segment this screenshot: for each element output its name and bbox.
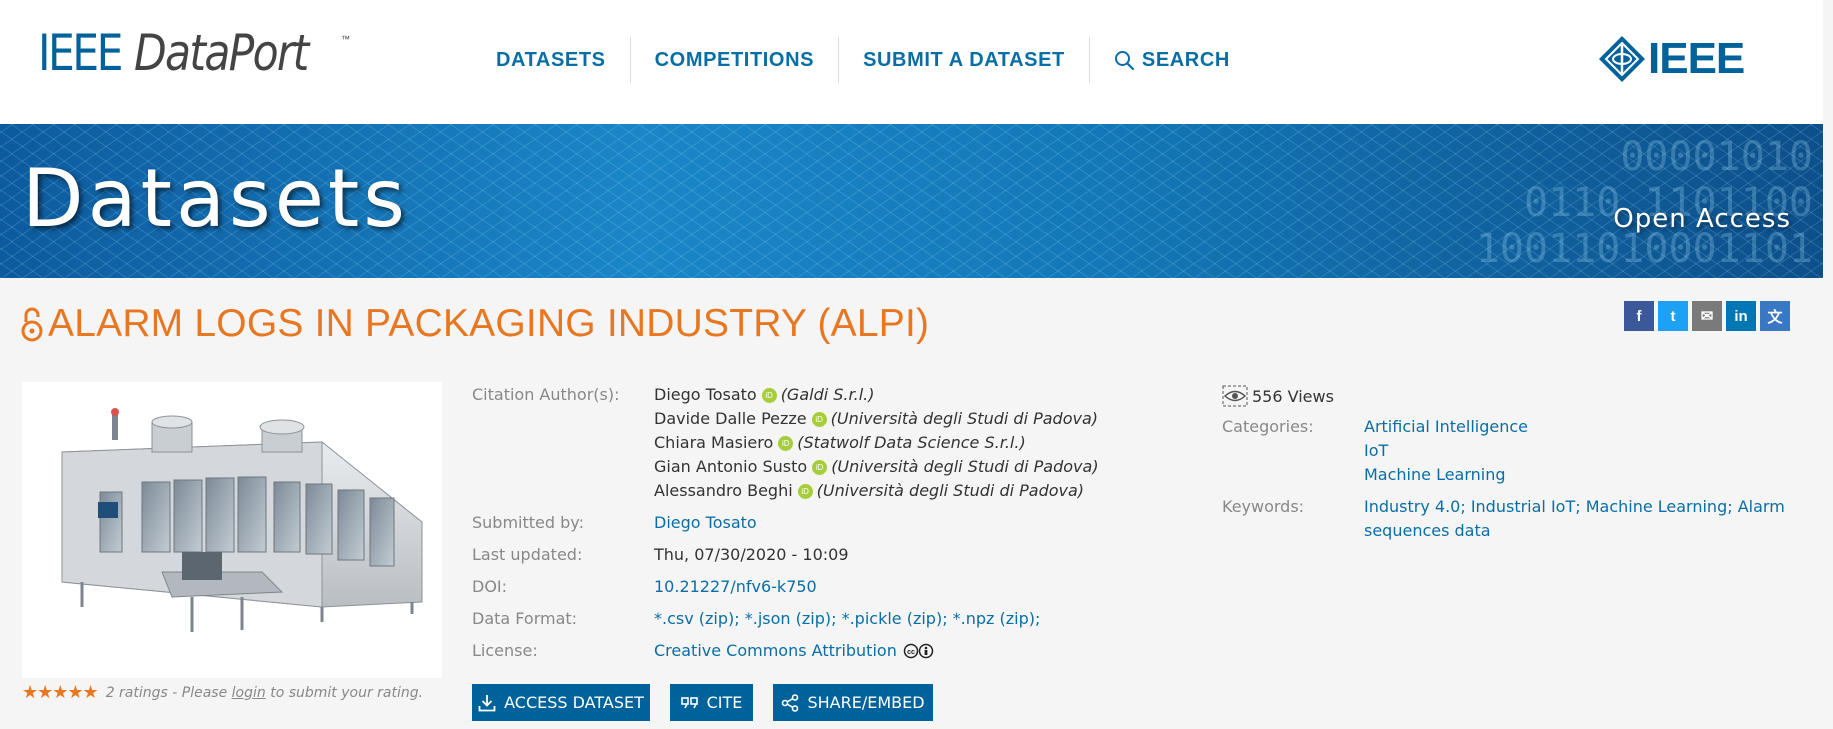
twitter-icon[interactable]: t — [1658, 301, 1688, 331]
dataset-image — [22, 382, 442, 678]
ieee-dataport-logo[interactable]: IEEE DataPort ™ — [38, 24, 350, 84]
author-name: Davide Dalle Pezze — [654, 409, 807, 428]
keywords-line-2[interactable]: sequences data — [1364, 521, 1491, 540]
citation-authors-label: Citation Author(s): — [472, 385, 620, 404]
facebook-icon[interactable]: f — [1624, 301, 1654, 331]
email-icon[interactable]: ✉ — [1692, 301, 1722, 331]
author-item: Davide Dalle Pezze iD (Università degli St… — [654, 409, 1098, 428]
keywords-label: Keywords: — [1222, 497, 1305, 516]
rating-widget: ★★★★★ 2 ratings - Please login to submit… — [22, 682, 423, 703]
nav-search[interactable]: SEARCH — [1088, 37, 1254, 83]
logo-trademark: ™ — [341, 34, 350, 44]
views-count: 556 Views — [1252, 386, 1334, 406]
categories-label: Categories: — [1222, 417, 1314, 436]
author-name: Diego Tosato — [654, 385, 757, 404]
quote-icon — [680, 696, 698, 708]
open-lock-icon — [21, 307, 43, 342]
access-dataset-label: ACCESS DATASET — [504, 693, 644, 712]
star-rating[interactable]: ★★★★★ — [22, 682, 99, 703]
dataset-title: ALARM LOGS IN PACKAGING INDUSTRY (ALPI) — [20, 302, 929, 346]
eye-icon — [1222, 385, 1248, 407]
author-name: Alessandro Beghi — [654, 481, 793, 500]
translate-icon[interactable]: 文 — [1760, 301, 1790, 331]
login-link[interactable]: login — [232, 685, 266, 701]
site-header: IEEE DataPort ™ DATASETS COMPETITIONS SU… — [0, 0, 1823, 124]
ieee-brand-text: IEEE — [1648, 34, 1745, 83]
orcid-icon[interactable]: iD — [778, 436, 794, 451]
share-embed-button[interactable]: SHARE/EMBED — [773, 684, 933, 721]
nav-competitions[interactable]: COMPETITIONS — [629, 37, 838, 83]
packaging-machine-illustration — [61, 408, 423, 632]
author-affiliation: (Galdi S.r.l.) — [780, 385, 875, 404]
doi-link[interactable]: 10.21227/nfv6-k750 — [654, 577, 817, 596]
rating-text: 2 ratings - Please login to submit your … — [105, 684, 424, 701]
main-nav: DATASETS COMPETITIONS SUBMIT A DATASET S… — [476, 37, 1254, 83]
logo-dataport-text: DataPort — [134, 24, 309, 82]
cite-button[interactable]: CITE — [670, 684, 753, 721]
nav-datasets[interactable]: DATASETS — [476, 37, 630, 83]
nav-submit-dataset[interactable]: SUBMIT A DATASET — [838, 37, 1089, 83]
cite-label: CITE — [706, 693, 743, 712]
author-name: Chiara Masiero — [654, 433, 774, 452]
share-icon — [782, 693, 799, 712]
banner-binary-pattern: 00001010 0110 1101100 10011010001101 — [1475, 134, 1813, 272]
category-link[interactable]: Machine Learning — [1364, 465, 1506, 484]
social-share-bar: f t ✉ in 文 — [1624, 301, 1790, 331]
access-dataset-button[interactable]: ACCESS DATASET — [472, 684, 650, 721]
orcid-icon[interactable]: iD — [761, 388, 777, 403]
logo-ieee-text: IEEE — [38, 24, 123, 82]
license-value: Creative Commons Attribution cc — [654, 641, 935, 660]
views-counter: 556 Views — [1222, 385, 1334, 407]
author-item: Chiara Masiero iD (Statwolf Data Science S… — [654, 433, 1026, 452]
license-link[interactable]: Creative Commons Attribution — [654, 641, 897, 660]
license-label: License: — [472, 641, 538, 660]
author-affiliation: (Università degli Studi di Padova) — [830, 409, 1099, 428]
doi-label: DOI: — [472, 577, 508, 596]
author-affiliation: (Università degli Studi di Padova) — [816, 481, 1085, 500]
author-item: Gian Antonio Susto iD (Università degli St… — [654, 457, 1099, 476]
author-affiliation: (Statwolf Data Science S.r.l.) — [797, 433, 1026, 452]
author-name: Gian Antonio Susto — [654, 457, 808, 476]
ieee-brand-logo[interactable]: IEEE — [1598, 34, 1745, 84]
share-embed-label: SHARE/EMBED — [807, 693, 925, 712]
last-updated-label: Last updated: — [472, 545, 583, 564]
submitted-by-label: Submitted by: — [472, 513, 584, 532]
download-icon — [478, 694, 496, 711]
banner-title: Datasets — [22, 152, 409, 245]
author-item: Diego Tosato iD (Galdi S.r.l.) — [654, 385, 874, 404]
submitter-link[interactable]: Diego Tosato — [654, 513, 757, 532]
author-affiliation: (Università degli Studi di Padova) — [831, 457, 1099, 476]
svg-text:cc: cc — [907, 649, 915, 656]
open-access-label: Open Access — [1613, 204, 1791, 234]
hero-banner: 00001010 0110 1101100 10011010001101 Dat… — [0, 124, 1823, 278]
nav-search-label: SEARCH — [1141, 49, 1230, 71]
keywords-line-1[interactable]: Industry 4.0; Industrial IoT; Machine Le… — [1364, 497, 1785, 516]
data-format-value[interactable]: *.csv (zip); *.json (zip); *.pickle (zip… — [654, 609, 1040, 628]
orcid-icon[interactable]: iD — [797, 484, 813, 499]
data-format-label: Data Format: — [472, 609, 578, 628]
author-item: Alessandro Beghi iD (Università degli Stud… — [654, 481, 1084, 500]
orcid-icon[interactable]: iD — [812, 460, 828, 475]
cc-by-icon: cc — [903, 643, 934, 658]
category-link[interactable]: IoT — [1364, 441, 1388, 460]
category-link[interactable]: Artificial Intelligence — [1364, 417, 1528, 436]
orcid-icon[interactable]: iD — [811, 412, 827, 427]
search-icon — [1114, 51, 1134, 70]
last-updated-value: Thu, 07/30/2020 - 10:09 — [654, 545, 849, 564]
ieee-diamond-icon — [1599, 36, 1645, 82]
dataset-title-text: ALARM LOGS IN PACKAGING INDUSTRY (ALPI) — [48, 302, 930, 345]
linkedin-icon[interactable]: in — [1726, 301, 1756, 331]
